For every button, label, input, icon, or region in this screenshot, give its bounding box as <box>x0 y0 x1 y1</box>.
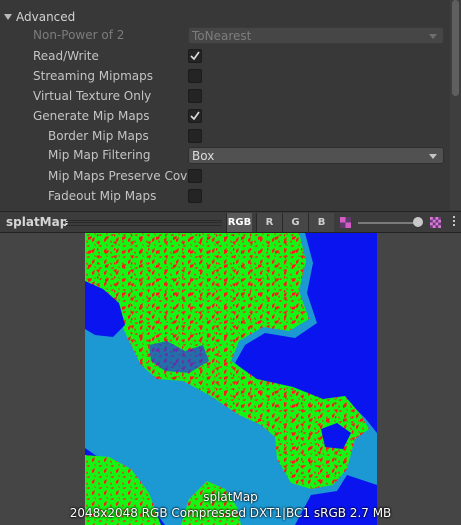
mip-slider-track[interactable] <box>358 222 416 224</box>
channel-r-button[interactable]: R <box>256 213 282 232</box>
read-write-label: Read/Write <box>33 49 99 63</box>
row-border-mip-maps: Border Mip Maps <box>0 128 450 146</box>
generate-mip-maps-label: Generate Mip Maps <box>33 109 150 123</box>
alpha-toggle-icon[interactable] <box>340 217 351 228</box>
preview-title: splatMap <box>6 215 69 229</box>
row-mip-map-filtering: Mip Map Filtering Box <box>0 147 450 165</box>
fadeout-mip-maps-label: Fadeout Mip Maps <box>48 189 157 203</box>
row-fadeout-mip-maps: Fadeout Mip Maps <box>0 188 450 206</box>
mip-maps-preserve-coverage-label: Mip Maps Preserve Coverage <box>48 169 188 183</box>
scrollbar-thumb[interactable] <box>452 0 459 96</box>
chevron-down-icon <box>429 154 437 159</box>
checkmark-icon <box>190 51 200 61</box>
border-mip-maps-label: Border Mip Maps <box>48 129 149 143</box>
channel-b-button[interactable]: B <box>308 213 334 232</box>
texture-preview-area[interactable]: splatMap 2048x2048 RGB Compressed DXT1|B… <box>0 233 461 525</box>
chevron-down-icon <box>429 34 437 39</box>
non-power-of-2-dropdown: ToNearest <box>188 27 444 44</box>
streaming-mipmaps-label: Streaming Mipmaps <box>33 69 154 83</box>
inspector-scrollbar[interactable] <box>450 0 461 210</box>
virtual-texture-only-checkbox[interactable] <box>188 89 202 103</box>
read-write-checkbox[interactable] <box>188 49 202 63</box>
generate-mip-maps-checkbox[interactable] <box>188 109 202 123</box>
streaming-mipmaps-checkbox[interactable] <box>188 69 202 83</box>
mip-map-filtering-value: Box <box>192 149 215 163</box>
texture-info-overlay: 2048x2048 RGB Compressed DXT1|BC1 sRGB 2… <box>69 506 392 520</box>
mip-map-filtering-label: Mip Map Filtering <box>48 148 151 162</box>
splat-map-texture <box>85 233 377 525</box>
row-streaming-mipmaps: Streaming Mipmaps <box>0 68 450 86</box>
menu-icon[interactable] <box>452 216 456 230</box>
non-power-of-2-value: ToNearest <box>192 29 252 43</box>
checker-icon[interactable] <box>430 217 441 228</box>
texture-name-overlay: splatMap <box>203 490 258 504</box>
non-power-of-2-label: Non-Power of 2 <box>33 28 125 42</box>
inspector-panel: Advanced Non-Power of 2 ToNearest Read/W… <box>0 0 461 210</box>
drag-grip-icon[interactable] <box>66 220 222 226</box>
advanced-foldout-label: Advanced <box>16 10 76 24</box>
row-virtual-texture-only: Virtual Texture Only <box>0 88 450 106</box>
row-non-power-of-2: Non-Power of 2 ToNearest <box>0 27 450 45</box>
foldout-arrow-icon[interactable] <box>4 14 12 20</box>
checkmark-icon <box>190 111 200 121</box>
border-mip-maps-checkbox[interactable] <box>188 129 202 143</box>
preview-toolbar: splatMap RGB R G B <box>0 211 461 233</box>
row-mip-maps-preserve-coverage: Mip Maps Preserve Coverage <box>0 168 450 186</box>
mip-slider-icon[interactable] <box>413 217 423 227</box>
virtual-texture-only-label: Virtual Texture Only <box>33 89 152 103</box>
channel-rgb-button[interactable]: RGB <box>226 213 252 232</box>
mip-map-filtering-dropdown[interactable]: Box <box>188 147 444 164</box>
channel-g-button[interactable]: G <box>282 213 308 232</box>
row-read-write: Read/Write <box>0 48 450 66</box>
mip-maps-preserve-coverage-checkbox[interactable] <box>188 169 202 183</box>
fadeout-mip-maps-checkbox[interactable] <box>188 189 202 203</box>
row-generate-mip-maps: Generate Mip Maps <box>0 108 450 126</box>
advanced-foldout[interactable]: Advanced <box>4 9 75 25</box>
